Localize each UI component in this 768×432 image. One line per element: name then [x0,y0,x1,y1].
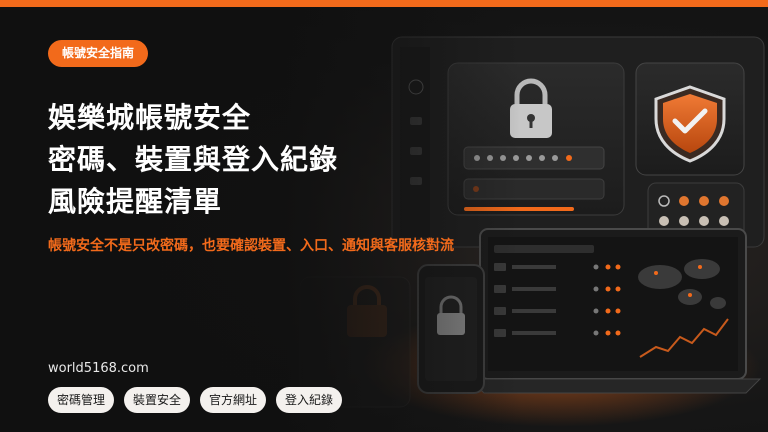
subtitle: 帳號安全不是只改密碼，也要確認裝置、入口、通知與客服核對流 [48,238,454,254]
category-badge: 帳號安全指南 [48,40,149,67]
title-line-2: 密碼、裝置與登入紀錄 [48,143,339,176]
page-title: 娛樂城帳號安全 密碼、裝置與登入紀錄 風險提醒清單 [48,97,468,223]
title-line-3: 風險提醒清單 [48,185,223,218]
tag-device-security[interactable]: 裝置安全 [124,387,191,413]
tag-list: 密碼管理 裝置安全 官方網址 登入紀錄 [48,387,343,413]
title-line-1: 娛樂城帳號安全 [48,101,252,134]
site-url: world5168.com [48,361,149,376]
tag-official-url[interactable]: 官方網址 [200,387,267,413]
hero-banner: 帳號安全指南 娛樂城帳號安全 密碼、裝置與登入紀錄 風險提醒清單 帳號安全不是只… [0,7,768,432]
tag-login-records[interactable]: 登入紀錄 [276,387,343,413]
tag-password-management[interactable]: 密碼管理 [48,387,115,413]
top-accent-bar [0,0,768,7]
